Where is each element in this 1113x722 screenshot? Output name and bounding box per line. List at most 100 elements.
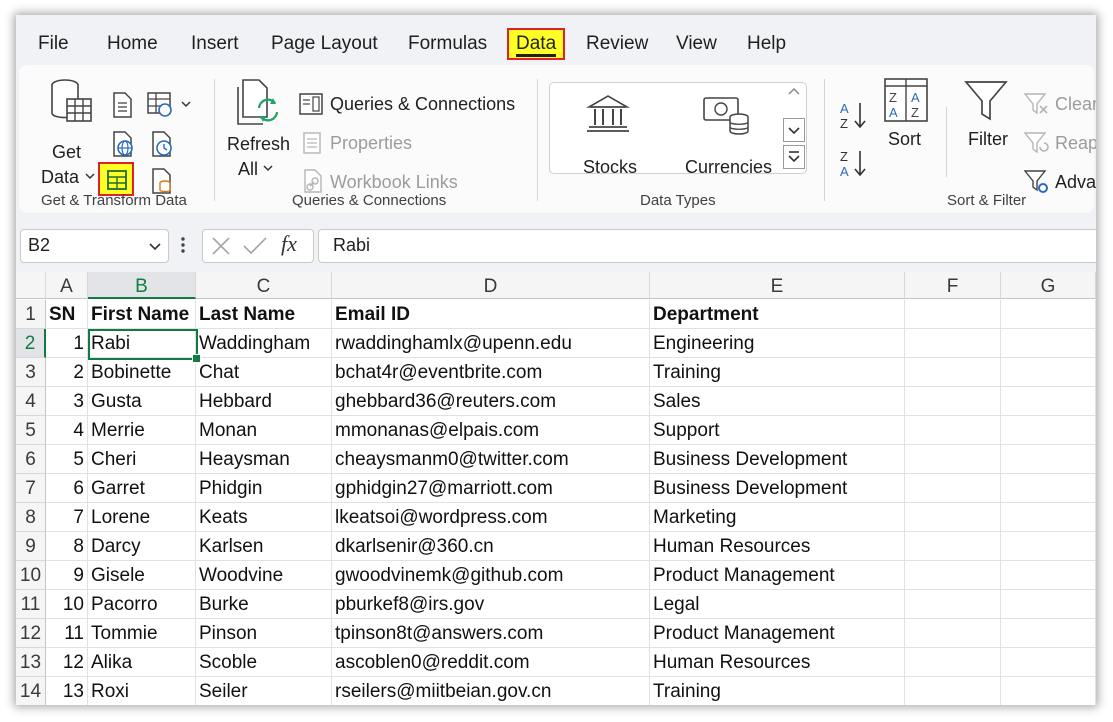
cell-e[interactable]: Product Management (650, 619, 905, 648)
cell-d[interactable]: gphidgin27@marriott.com (332, 474, 650, 503)
cell-g[interactable] (1001, 561, 1096, 590)
row-header[interactable]: 14 (16, 677, 46, 705)
cell-c[interactable]: Seiler (196, 677, 332, 705)
cell-c[interactable]: Phidgin (196, 474, 332, 503)
from-table-range-button[interactable] (98, 162, 134, 196)
fill-handle[interactable] (192, 354, 201, 363)
cell-c[interactable]: Burke (196, 590, 332, 619)
properties-button[interactable]: Properties (330, 132, 412, 154)
advanced-filter-icon[interactable] (1024, 169, 1050, 195)
worksheet-grid[interactable]: A B C D E F G 1 SN First Name Last Name Emai… (16, 272, 1096, 705)
cell-b[interactable]: Gisele (88, 561, 196, 590)
queries-connections-icon[interactable] (299, 93, 323, 115)
cell-a[interactable]: 4 (46, 416, 88, 445)
cell-b[interactable]: Pacorro (88, 590, 196, 619)
cell-b[interactable]: Tommie (88, 619, 196, 648)
get-data-label-2[interactable]: Data (41, 166, 79, 188)
cell-c[interactable]: Monan (196, 416, 332, 445)
column-header-d[interactable]: D (332, 272, 650, 299)
chevron-up-icon[interactable] (788, 87, 800, 97)
menu-file[interactable]: File (38, 32, 69, 56)
cell-e[interactable]: Engineering (650, 329, 905, 358)
chevron-down-icon[interactable] (263, 163, 273, 173)
cell-b[interactable]: Rabi (88, 329, 196, 358)
cell-d[interactable]: lkeatsoi@wordpress.com (332, 503, 650, 532)
cell-b[interactable]: Alika (88, 648, 196, 677)
header-cell-a[interactable]: SN (46, 300, 88, 329)
from-web-globe-icon[interactable] (110, 131, 136, 157)
row-header[interactable]: 4 (16, 387, 46, 416)
cell-g[interactable] (1001, 445, 1096, 474)
row-header[interactable]: 5 (16, 416, 46, 445)
from-text-icon[interactable] (110, 92, 134, 118)
cell-e[interactable]: Human Resources (650, 648, 905, 677)
cell-d[interactable]: dkarlsenir@360.cn (332, 532, 650, 561)
cell-g[interactable] (1001, 532, 1096, 561)
row-header[interactable]: 1 (16, 300, 46, 329)
database-table-icon[interactable] (49, 77, 95, 125)
from-web-icon[interactable] (147, 92, 175, 118)
row-header[interactable]: 7 (16, 474, 46, 503)
currencies-button[interactable]: Currencies (685, 156, 772, 178)
cancel-icon[interactable] (211, 237, 231, 255)
menu-review[interactable]: Review (586, 32, 648, 56)
row-header[interactable]: 9 (16, 532, 46, 561)
cell-a[interactable]: 3 (46, 387, 88, 416)
cell-c[interactable]: Keats (196, 503, 332, 532)
cell-e[interactable]: Sales (650, 387, 905, 416)
cell-a[interactable]: 1 (46, 329, 88, 358)
recent-sources-icon[interactable] (149, 131, 175, 157)
enter-check-icon[interactable] (243, 237, 267, 255)
cell-e[interactable]: Business Development (650, 445, 905, 474)
cell-a[interactable]: 2 (46, 358, 88, 387)
cell-d[interactable]: bchat4r@eventbrite.com (332, 358, 650, 387)
sort-z-to-a-icon[interactable]: Z A (839, 148, 869, 178)
cell-a[interactable]: 8 (46, 532, 88, 561)
column-header-c[interactable]: C (196, 272, 332, 299)
header-cell-g[interactable] (1001, 300, 1096, 329)
cell-g[interactable] (1001, 474, 1096, 503)
header-cell-d[interactable]: Email ID (332, 300, 650, 329)
menu-page-layout[interactable]: Page Layout (271, 32, 378, 56)
cell-d[interactable]: cheaysmanm0@twitter.com (332, 445, 650, 474)
cell-e[interactable]: Marketing (650, 503, 905, 532)
sort-button[interactable]: Sort (888, 128, 921, 150)
stocks-icon[interactable] (586, 93, 630, 133)
row-header[interactable]: 11 (16, 590, 46, 619)
row-header[interactable]: 6 (16, 445, 46, 474)
cell-e[interactable]: Training (650, 358, 905, 387)
cell-a[interactable]: 12 (46, 648, 88, 677)
cell-f[interactable] (905, 416, 1001, 445)
menu-insert[interactable]: Insert (191, 32, 239, 56)
filter-icon[interactable] (964, 79, 1008, 123)
row-header[interactable]: 13 (16, 648, 46, 677)
cell-a[interactable]: 10 (46, 590, 88, 619)
cell-f[interactable] (905, 358, 1001, 387)
cell-c[interactable]: Pinson (196, 619, 332, 648)
cell-a[interactable]: 13 (46, 677, 88, 705)
cell-f[interactable] (905, 561, 1001, 590)
column-header-e[interactable]: E (650, 272, 905, 299)
cell-a[interactable]: 6 (46, 474, 88, 503)
clear-button[interactable]: Clear (1055, 93, 1096, 115)
cell-c[interactable]: Chat (196, 358, 332, 387)
name-box[interactable]: B2 (20, 229, 169, 263)
cell-b[interactable]: Bobinette (88, 358, 196, 387)
header-cell-c[interactable]: Last Name (196, 300, 332, 329)
cell-b[interactable]: Garret (88, 474, 196, 503)
cell-g[interactable] (1001, 677, 1096, 705)
row-header[interactable]: 8 (16, 503, 46, 532)
cell-b[interactable]: Merrie (88, 416, 196, 445)
cell-a[interactable]: 7 (46, 503, 88, 532)
cell-g[interactable] (1001, 648, 1096, 677)
cell-c[interactable]: Scoble (196, 648, 332, 677)
column-header-f[interactable]: F (905, 272, 1001, 299)
column-header-a[interactable]: A (46, 272, 88, 299)
cell-f[interactable] (905, 474, 1001, 503)
cell-f[interactable] (905, 445, 1001, 474)
cell-b[interactable]: Roxi (88, 677, 196, 705)
cell-f[interactable] (905, 677, 1001, 705)
insert-function-button[interactable]: fx (281, 231, 297, 257)
cell-c[interactable]: Waddingham (196, 329, 332, 358)
sort-a-to-z-icon[interactable]: A Z (839, 100, 869, 130)
